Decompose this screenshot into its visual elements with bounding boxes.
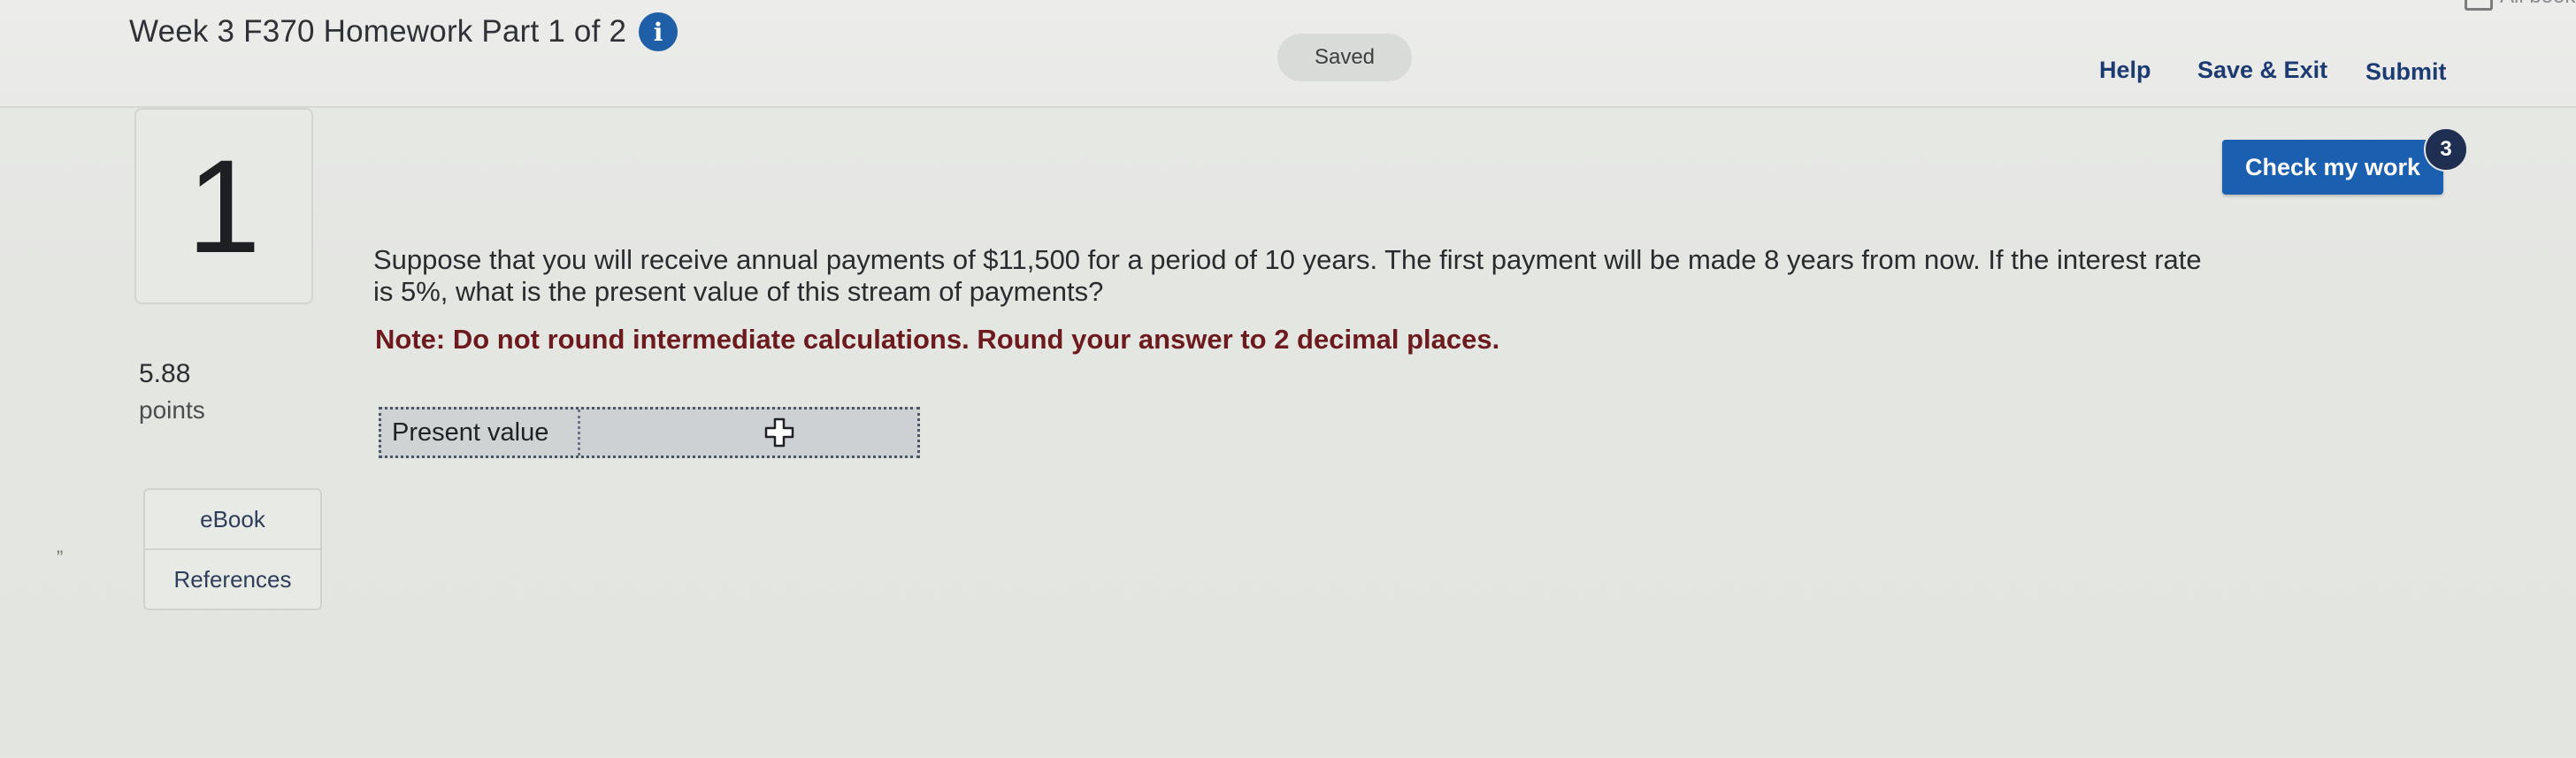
ebook-button[interactable]: eBook [145, 490, 320, 548]
info-icon[interactable]: i [639, 12, 678, 51]
all-books-link[interactable]: All books [2500, 0, 2576, 9]
saved-status-badge: Saved [1277, 34, 1412, 81]
stray-mark: ” [57, 547, 64, 569]
question-number: 1 [187, 132, 261, 280]
assignment-header: Week 3 F370 Homework Part 1 of 2 i Saved… [0, 0, 2576, 108]
present-value-input[interactable] [580, 410, 917, 456]
books-icon[interactable] [2465, 0, 2493, 11]
answer-table: Present value [379, 407, 920, 458]
crosshair-cursor-icon [764, 417, 794, 448]
assignment-title: Week 3 F370 Homework Part 1 of 2 [129, 14, 627, 49]
check-attempts-badge: 3 [2424, 127, 2468, 172]
present-value-label: Present value [381, 410, 580, 456]
points-value: 5.88 [139, 359, 191, 388]
submit-link[interactable]: Submit [2365, 58, 2447, 86]
help-link[interactable]: Help [2099, 57, 2151, 84]
assignment-title-group: Week 3 F370 Homework Part 1 of 2 i [129, 12, 678, 51]
save-exit-link[interactable]: Save & Exit [2197, 57, 2327, 84]
check-my-work-button[interactable]: Check my work [2222, 140, 2443, 195]
references-button[interactable]: References [145, 548, 320, 609]
resource-buttons: eBook References [143, 488, 322, 610]
question-text: Suppose that you will receive annual pay… [373, 244, 2202, 307]
question-note: Note: Do not round intermediate calculat… [375, 324, 1500, 355]
points-label: points [139, 396, 205, 424]
question-number-box: 1 [134, 108, 313, 304]
